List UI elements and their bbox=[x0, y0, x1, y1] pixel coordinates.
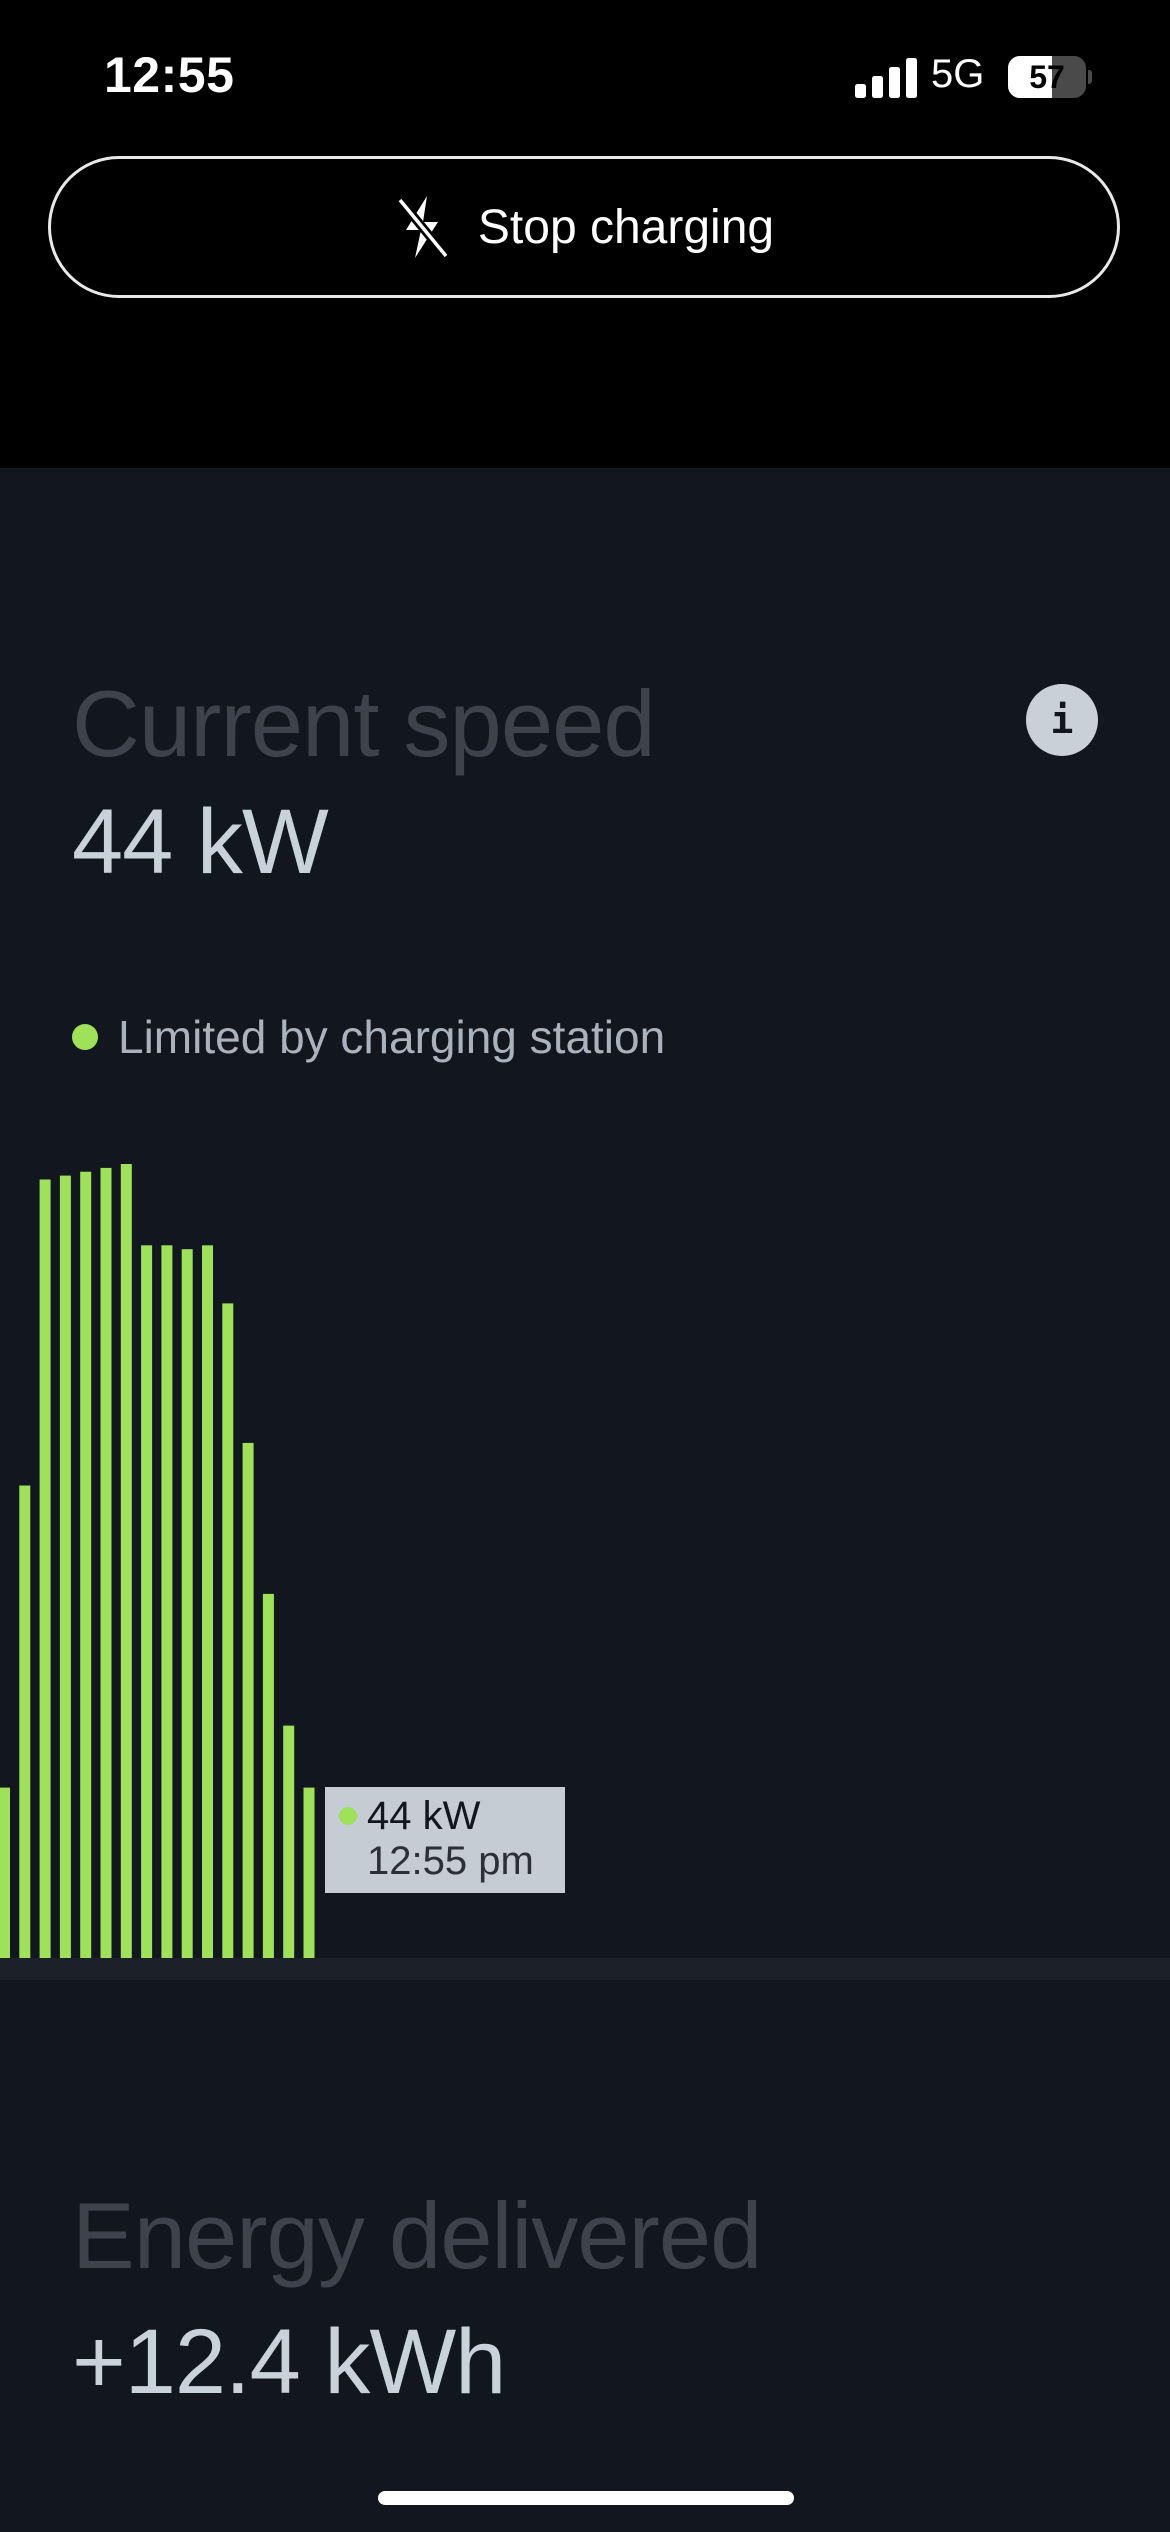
limit-dot-icon bbox=[72, 1024, 98, 1050]
info-icon: i bbox=[1050, 698, 1074, 742]
chart-bar-15 bbox=[303, 1787, 315, 1958]
chart-bar-14 bbox=[283, 1725, 295, 1958]
bolt-slash-icon bbox=[396, 196, 450, 259]
tooltip-time: 12:55 pm bbox=[367, 1839, 534, 1883]
chart-bar-11 bbox=[222, 1303, 234, 1958]
stop-charging-label: Stop charging bbox=[477, 200, 775, 254]
current-speed-value: 44 kW bbox=[72, 791, 329, 893]
chart-bar-0 bbox=[0, 1787, 10, 1958]
network-type: 5G bbox=[931, 52, 985, 96]
chart-bar-6 bbox=[120, 1164, 132, 1958]
chart-bar-4 bbox=[80, 1171, 92, 1958]
battery-level: 57 bbox=[1029, 59, 1065, 95]
charging-screen: 12:55 5G 57 Stop charging Current speed … bbox=[0, 0, 1170, 2532]
chart-bar-1 bbox=[19, 1485, 31, 1958]
battery-icon: 57 bbox=[1008, 56, 1092, 98]
chart-bar-2 bbox=[39, 1179, 51, 1958]
energy-delivered-title: Energy delivered bbox=[72, 2183, 762, 2288]
limit-indicator: Limited by charging station bbox=[72, 1010, 665, 1064]
chart-bar-13 bbox=[262, 1593, 274, 1958]
signal-strength-icon bbox=[855, 58, 917, 98]
current-speed-title: Current speed bbox=[72, 671, 656, 776]
info-button[interactable]: i bbox=[1026, 684, 1098, 756]
stop-charging-button[interactable]: Stop charging bbox=[48, 156, 1120, 298]
chart-bar-5 bbox=[100, 1167, 112, 1958]
section-divider bbox=[0, 1958, 1170, 1980]
chart-bar-8 bbox=[161, 1245, 173, 1958]
chart-bar-9 bbox=[181, 1249, 193, 1958]
chart-bar-3 bbox=[59, 1175, 71, 1958]
top-area: 12:55 5G 57 Stop charging bbox=[0, 0, 1170, 468]
chart-tooltip: 44 kW 12:55 pm bbox=[325, 1787, 565, 1893]
home-indicator[interactable] bbox=[378, 2491, 794, 2505]
status-time: 12:55 bbox=[104, 47, 235, 103]
chart-bar-7 bbox=[141, 1245, 153, 1958]
limit-text: Limited by charging station bbox=[118, 1011, 666, 1063]
chart-bar-12 bbox=[242, 1442, 254, 1958]
status-bar: 12:55 5G 57 bbox=[0, 0, 1170, 150]
tooltip-value: 44 kW bbox=[367, 1794, 481, 1838]
tooltip-dot-icon bbox=[339, 1807, 357, 1825]
charging-speed-chart bbox=[0, 1140, 1170, 1960]
energy-delivered-value: +12.4 kWh bbox=[72, 2311, 506, 2413]
chart-bar-10 bbox=[202, 1245, 213, 1958]
bar-chart bbox=[0, 1164, 315, 1958]
